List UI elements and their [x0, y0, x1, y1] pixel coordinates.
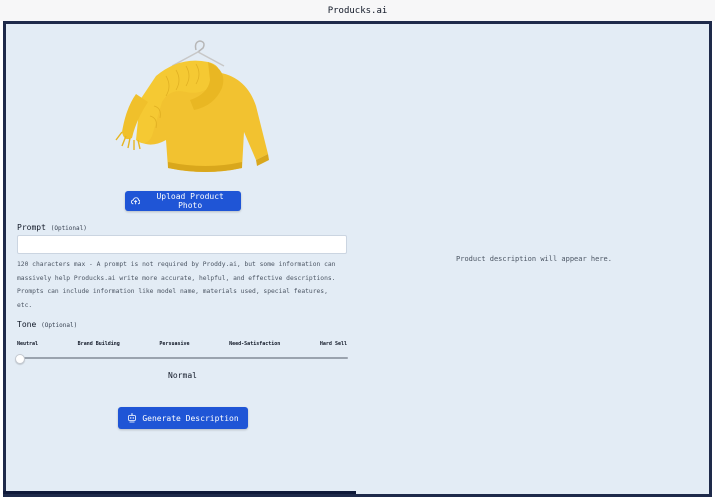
help-line: massively help Producks.ai write more ac… [17, 274, 336, 282]
upload-photo-label: Upload Product Photo [156, 192, 224, 210]
prompt-heading: Prompt (Optional) [17, 223, 87, 232]
tone-selected-value: Normal [168, 371, 197, 380]
tone-label: Tone [17, 320, 37, 329]
tone-option-neutral[interactable]: Neutral [17, 341, 38, 347]
tone-optional: (Optional) [41, 322, 78, 329]
window-titlebar: Producks.ai [0, 0, 715, 21]
tone-slider-track[interactable] [17, 357, 348, 359]
prompt-label: Prompt [17, 223, 46, 232]
tone-option-hard-sell[interactable]: Hard Sell [320, 341, 347, 347]
product-photo [115, 40, 269, 172]
generate-description-button[interactable]: Generate Description [118, 407, 248, 429]
generate-description-label: Generate Description [142, 413, 239, 423]
cloud-upload-icon [131, 197, 141, 205]
prompt-help-text: 120 characters max - A prompt is not req… [17, 258, 349, 312]
prompt-input[interactable] [17, 235, 347, 254]
app-frame: Upload Product Photo Prompt (Optional) 1… [3, 21, 712, 497]
help-line: etc. [17, 301, 33, 309]
tone-option-need-satisfaction[interactable]: Need-Satisfaction [229, 341, 280, 347]
tone-options: Neutral Brand Building Persuasive Need-S… [17, 341, 347, 347]
output-placeholder: Product description will appear here. [456, 255, 612, 263]
robot-icon [128, 413, 137, 423]
tone-option-brand-building[interactable]: Brand Building [78, 341, 120, 347]
help-line: 120 characters max - A prompt is not req… [17, 261, 336, 268]
tone-heading: Tone (Optional) [17, 320, 77, 329]
window-title: Producks.ai [327, 5, 388, 16]
upload-photo-button[interactable]: Upload Product Photo [125, 191, 241, 211]
tone-option-persuasive[interactable]: Persuasive [159, 341, 189, 347]
help-line: Prompts can include information like mod… [17, 288, 328, 296]
input-panel: Upload Product Photo Prompt (Optional) 1… [6, 24, 359, 494]
prompt-optional: (Optional) [50, 225, 87, 232]
tone-slider-thumb[interactable] [15, 354, 25, 364]
output-panel: Product description will appear here. [359, 24, 709, 494]
frame-accent [3, 491, 356, 494]
